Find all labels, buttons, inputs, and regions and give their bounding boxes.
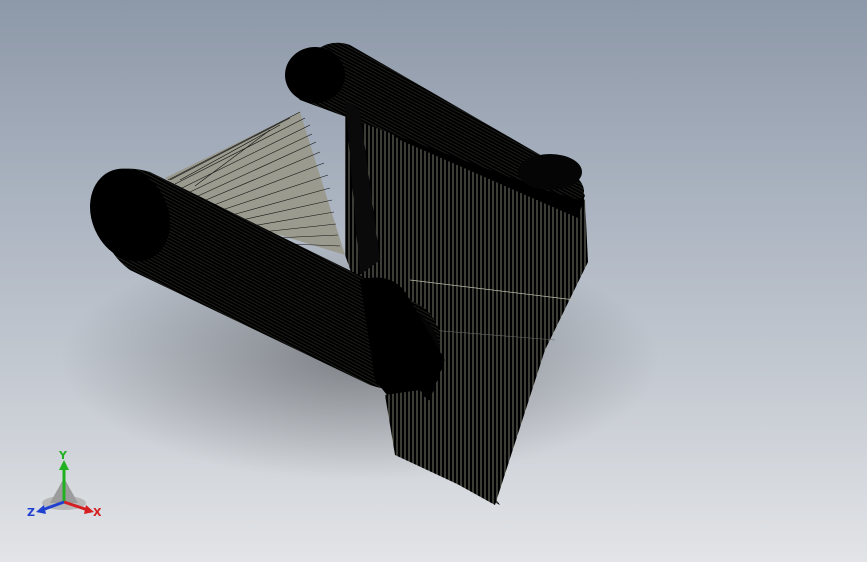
x-axis-label: X — [93, 506, 102, 519]
graphics-viewport[interactable]: Y X Z — [0, 0, 867, 562]
z-axis-label: Z — [27, 506, 35, 519]
axis-triad: Y X Z — [22, 448, 112, 524]
y-axis-label: Y — [58, 449, 68, 462]
z-axis-arrow — [36, 505, 46, 514]
model-wireframe[interactable] — [0, 0, 867, 562]
